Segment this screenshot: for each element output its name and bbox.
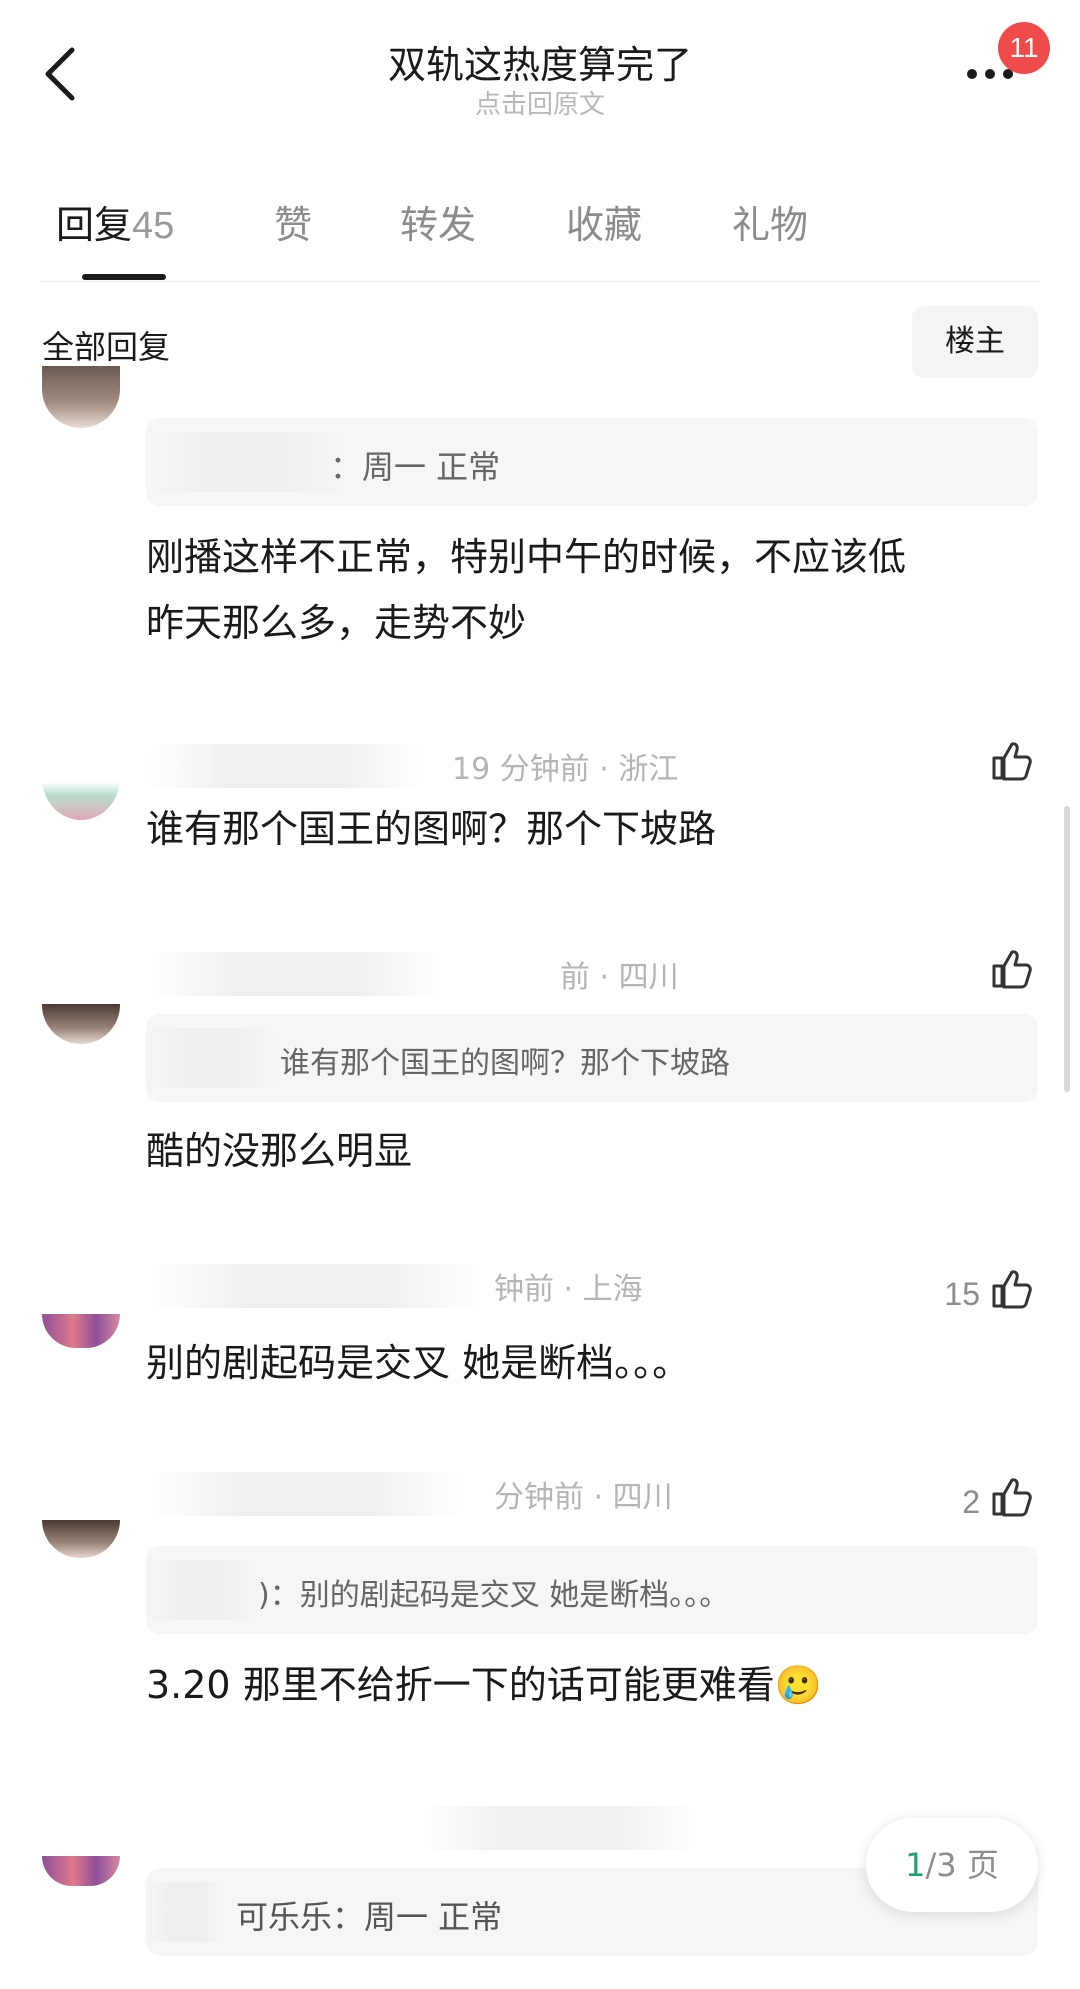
back-to-original-link[interactable]: 点击回原文 xyxy=(0,84,1080,121)
comment-text: 3.20 那里不给折一下的话可能更难看🥲 xyxy=(146,1652,1026,1718)
crying-emoji: 🥲 xyxy=(774,1663,823,1707)
redacted-username xyxy=(146,432,346,492)
page-indicator[interactable]: 1/3 页 xyxy=(866,1818,1038,1912)
redacted-username xyxy=(146,1560,256,1620)
tab-gifts[interactable]: 礼物 xyxy=(732,200,808,250)
like-button[interactable] xyxy=(990,738,1034,782)
scrollbar[interactable] xyxy=(1064,806,1070,1092)
quote-text: 可乐乐：周一 正常 xyxy=(236,1898,503,1936)
avatar[interactable] xyxy=(42,1520,120,1558)
current-page: 1 xyxy=(905,1846,926,1884)
comment-text: 刚播这样不正常，特别中午的时候，不应该低 昨天那么多，走势不妙 xyxy=(146,524,1026,656)
notification-badge: 11 xyxy=(998,22,1050,74)
redacted-username xyxy=(146,744,426,788)
like-count: 2 xyxy=(962,1484,980,1520)
redacted-username xyxy=(146,1882,226,1942)
divider xyxy=(40,281,1040,282)
redacted-username xyxy=(146,1028,276,1088)
redacted-username xyxy=(146,1264,486,1308)
reply-count: 45 xyxy=(132,205,175,247)
avatar[interactable] xyxy=(42,366,120,428)
avatar[interactable] xyxy=(42,736,120,820)
thumbs-up-icon xyxy=(992,950,1032,989)
tab-replies[interactable]: 回复45 xyxy=(56,200,174,250)
comment-text: 酷的没那么明显 xyxy=(146,1129,413,1173)
quoted-reply[interactable]: 谁有那个国王的图啊？那个下坡路 xyxy=(146,1014,1038,1102)
quote-text: ：周一 正常 xyxy=(330,448,501,486)
comment-meta: 前 · 四川 xyxy=(560,960,679,995)
comment-line: 3.20 那里不给折一下的话可能更难看 xyxy=(146,1663,775,1707)
thumbs-up-icon xyxy=(992,1270,1032,1309)
like-button[interactable] xyxy=(990,1474,1034,1518)
avatar[interactable] xyxy=(42,1004,120,1044)
tab-label: 回复 xyxy=(56,203,133,247)
tab-favorites[interactable]: 收藏 xyxy=(566,200,642,250)
like-count: 15 xyxy=(944,1276,980,1312)
op-only-button[interactable]: 楼主 xyxy=(912,306,1038,378)
redacted-username xyxy=(420,1806,700,1850)
tab-reposts[interactable]: 转发 xyxy=(400,200,476,250)
thumbs-up-icon xyxy=(992,1478,1032,1517)
redacted-username xyxy=(146,1472,466,1516)
comment-meta: 钟前 · 上海 xyxy=(494,1272,643,1307)
quoted-reply[interactable]: )：别的剧起码是交叉 她是断档。。。 xyxy=(146,1546,1038,1634)
comment-text: 别的剧起码是交叉 她是断档。。。 xyxy=(146,1341,691,1385)
comment-line: 昨天那么多，走势不妙 xyxy=(146,601,527,645)
page-total: /3 页 xyxy=(925,1846,999,1884)
redacted-username xyxy=(146,952,446,996)
quote-text: 谁有那个国王的图啊？那个下坡路 xyxy=(280,1046,730,1081)
quoted-reply[interactable]: ：周一 正常 xyxy=(146,418,1038,506)
like-button[interactable] xyxy=(990,946,1034,990)
comment-text: 谁有那个国王的图啊？那个下坡路 xyxy=(146,807,717,851)
post-title[interactable]: 双轨这热度算完了 xyxy=(0,34,1080,89)
avatar[interactable] xyxy=(42,1856,120,1886)
comment-meta: 分钟前 · 四川 xyxy=(494,1480,673,1515)
like-button[interactable] xyxy=(990,1266,1034,1310)
quote-text: )：别的剧起码是交叉 她是断档。。。 xyxy=(258,1578,730,1613)
avatar[interactable] xyxy=(42,1314,120,1348)
all-replies-heading: 全部回复 xyxy=(42,328,171,366)
tab-likes[interactable]: 赞 xyxy=(274,200,312,250)
active-tab-indicator xyxy=(82,274,166,280)
comment-line: 刚播这样不正常，特别中午的时候，不应该低 xyxy=(146,535,907,579)
comment-meta: 19 分钟前 · 浙江 xyxy=(452,752,679,787)
thumbs-up-icon xyxy=(992,742,1032,781)
